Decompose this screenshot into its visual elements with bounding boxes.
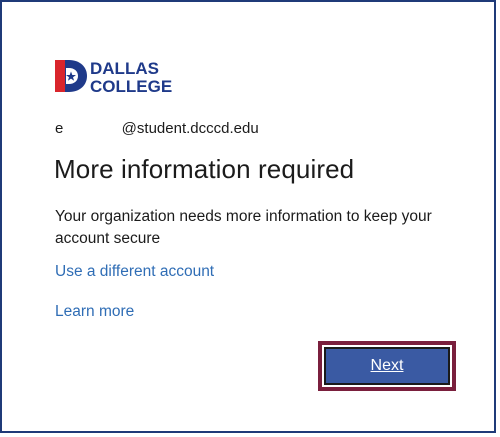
page-title: More information required [54,154,355,184]
page-description: Your organization needs more information… [55,208,432,247]
sign-in-card: DALLAS COLLEGE e @student.dcccd.edu More… [0,0,496,433]
account-identity: e @student.dcccd.edu [55,120,259,137]
dallas-college-logo: DALLAS COLLEGE [55,58,187,94]
dallas-college-logo-mark: DALLAS COLLEGE [55,59,172,94]
next-button[interactable]: Next [324,347,450,385]
logo-line2: COLLEGE [90,77,172,94]
logo-line1: DALLAS [90,59,159,78]
use-different-account-link[interactable]: Use a different account [55,263,214,281]
learn-more-link[interactable]: Learn more [55,303,134,321]
